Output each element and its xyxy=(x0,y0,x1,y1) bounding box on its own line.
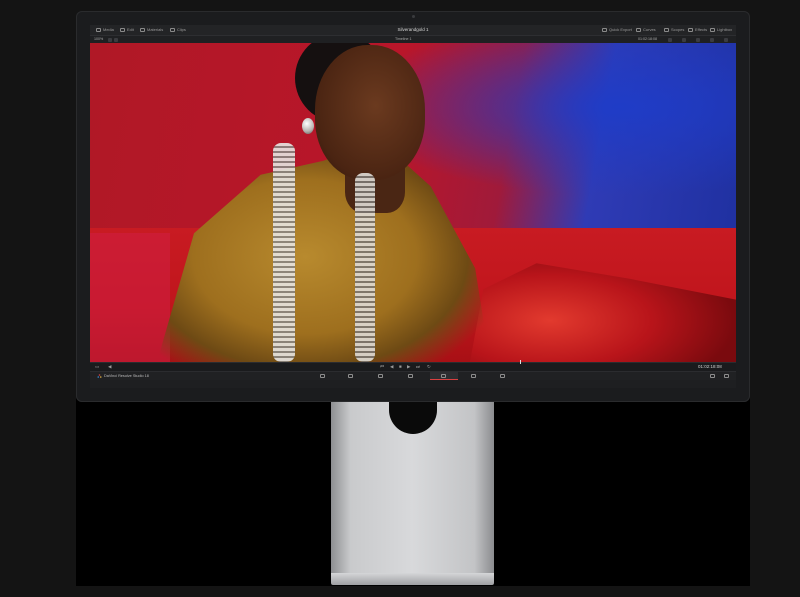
app-name-label: DaVinci Resolve Studio 18 xyxy=(104,374,149,378)
timeline-selector[interactable]: Timeline 1 xyxy=(395,36,411,43)
cut-page-icon[interactable] xyxy=(348,374,353,378)
effects-label: Effects xyxy=(695,27,708,32)
viewer-timecode: 01:02:18:08 xyxy=(638,37,657,41)
studio-display: Media Edit Materials Clips Silverandgold… xyxy=(76,11,750,402)
resolve-logo-icon xyxy=(97,374,102,378)
video-viewer[interactable] xyxy=(90,43,736,362)
transport-timecode: 01:02:18:08 xyxy=(698,364,722,369)
deliver-page-icon[interactable] xyxy=(500,374,505,378)
overlay-icon[interactable] xyxy=(668,37,672,42)
stand-cable-hole xyxy=(389,402,437,434)
more-icon[interactable] xyxy=(724,37,728,42)
lightbox-icon xyxy=(710,28,715,32)
effects-button[interactable]: Effects xyxy=(688,25,707,35)
quick-export-label: Quick Export xyxy=(609,27,632,32)
scopes-icon xyxy=(664,28,669,32)
monitor-stand xyxy=(331,402,494,585)
play-icon[interactable]: ▶ xyxy=(407,362,410,371)
viewer-image-face xyxy=(315,45,425,180)
audio-icon[interactable]: ◀ xyxy=(108,362,111,371)
display-icon[interactable] xyxy=(682,37,686,42)
screen: Media Edit Materials Clips Silverandgold… xyxy=(90,25,736,388)
viewer-options-icon[interactable]: ▭ xyxy=(95,362,99,371)
edit-page-icon[interactable] xyxy=(378,374,383,378)
stop-icon[interactable]: ■ xyxy=(399,362,402,371)
transport-bar: ▭ ◀ ⏮ ◀ ■ ▶ ⏭ ↻ 01:02:18:08 xyxy=(90,362,736,371)
zoom-dropdown[interactable]: 100% xyxy=(94,36,103,43)
lightbox-button[interactable]: Lightbox xyxy=(710,25,732,35)
viewer-image-beads-right xyxy=(355,173,375,362)
scopes-button[interactable]: Scopes xyxy=(664,25,684,35)
export-icon xyxy=(602,28,607,32)
play-reverse-icon[interactable]: ◀ xyxy=(390,362,393,371)
scopes-label: Scopes xyxy=(671,27,685,32)
effects-icon xyxy=(688,28,693,32)
top-toolbar: Media Edit Materials Clips Silverandgold… xyxy=(90,25,736,36)
media-page-icon[interactable] xyxy=(320,374,325,378)
viewer-image-beads-left xyxy=(273,143,295,362)
lightbox-label: Lightbox xyxy=(717,27,733,32)
settings-icon[interactable] xyxy=(724,374,729,378)
curves-button[interactable]: Curves xyxy=(636,25,656,35)
color-page-icon xyxy=(441,374,446,378)
pen-icon[interactable] xyxy=(710,37,714,42)
viewer-mode-icon[interactable] xyxy=(108,37,112,42)
viewer-image-earring xyxy=(302,118,314,134)
skip-forward-icon[interactable]: ⏭ xyxy=(416,362,420,371)
loop-icon[interactable]: ↻ xyxy=(427,362,431,371)
fairlight-page-icon[interactable] xyxy=(471,374,476,378)
fusion-page-icon[interactable] xyxy=(408,374,413,378)
camera xyxy=(412,15,415,18)
color-page-tab[interactable] xyxy=(430,372,458,380)
timeline-scrubber[interactable] xyxy=(90,362,736,363)
split-view-icon[interactable] xyxy=(114,37,118,42)
grid-icon[interactable] xyxy=(696,37,700,42)
quick-export-button[interactable]: Quick Export xyxy=(602,25,632,35)
curves-label: Curves xyxy=(643,27,656,32)
skip-back-icon[interactable]: ⏮ xyxy=(380,362,384,371)
curves-icon xyxy=(636,28,641,32)
home-icon[interactable] xyxy=(710,374,715,378)
stand-base xyxy=(331,573,494,585)
viewer-options-bar: 100% Timeline 1 01:02:18:08 xyxy=(90,36,736,43)
playhead[interactable] xyxy=(520,360,521,364)
viewer-image-floor-highlight xyxy=(90,233,170,362)
page-navigation-bar: DaVinci Resolve Studio 18 xyxy=(90,371,736,380)
